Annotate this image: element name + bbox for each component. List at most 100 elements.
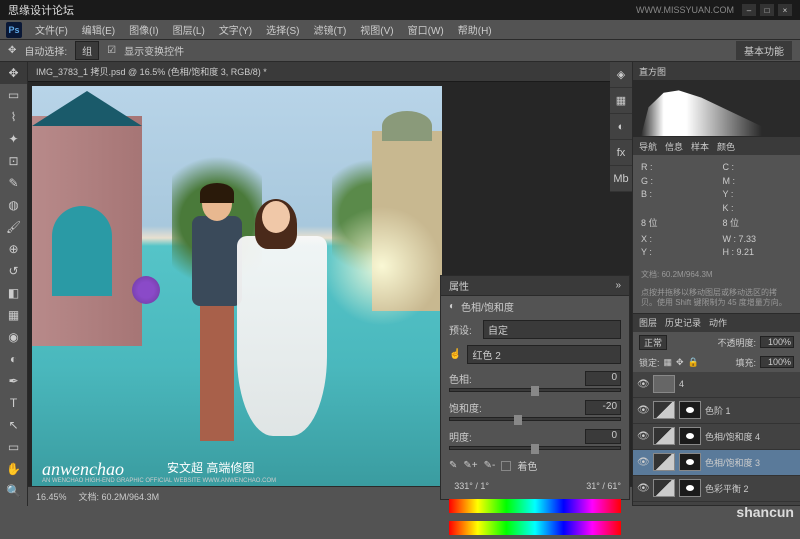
menu-view[interactable]: 视图(V) [355, 20, 398, 39]
move-tool-icon: ✥ [8, 45, 16, 56]
blur-tool[interactable]: ◉ [0, 326, 27, 348]
adjustments-panel-icon[interactable]: ◐ [610, 114, 632, 140]
info-w: W : [723, 234, 737, 244]
show-transform-checkbox[interactable]: ☑ [107, 45, 116, 56]
eraser-tool[interactable]: ◧ [0, 282, 27, 304]
menu-filter[interactable]: 滤镜(T) [309, 20, 352, 39]
properties-tab[interactable]: 属性 [449, 278, 469, 293]
menu-image[interactable]: 图像(I) [124, 20, 163, 39]
pen-tool[interactable]: ✒ [0, 370, 27, 392]
fill-label: 填充: [735, 356, 756, 369]
menu-window[interactable]: 窗口(W) [403, 20, 449, 39]
blend-mode-dropdown[interactable]: 正常 [639, 335, 667, 350]
info-tab[interactable]: 信息 [665, 140, 683, 153]
document-tab[interactable]: IMG_3783_1 拷贝.psd @ 16.5% (色相/饱和度 3, RGB… [28, 62, 632, 82]
hue-label: 色相: [449, 371, 472, 386]
watermark-text: 安文超 高端修图 [167, 459, 254, 476]
menu-file[interactable]: 文件(F) [30, 20, 73, 39]
menu-bar: Ps 文件(F) 编辑(E) 图像(I) 图层(L) 文字(Y) 选择(S) 滤… [0, 20, 800, 40]
close-button[interactable]: × [778, 4, 792, 16]
hue-result-bar [449, 521, 621, 535]
collapse-icon[interactable]: » [615, 280, 621, 291]
navigator-tab[interactable]: 导航 [639, 140, 657, 153]
workspace-selector[interactable]: 基本功能 [736, 41, 792, 60]
dodge-tool[interactable]: ◐ [0, 348, 27, 370]
path-tool[interactable]: ↖ [0, 414, 27, 436]
show-transform-label: 显示变换控件 [124, 43, 184, 58]
wand-tool[interactable]: ✦ [0, 128, 27, 150]
move-tool[interactable]: ✥ [0, 62, 27, 84]
auto-select-dropdown[interactable]: 组 [75, 41, 99, 60]
info-c: C : [723, 162, 735, 172]
watermark-shancun: shancun [736, 504, 794, 520]
lightness-input[interactable]: 0 [585, 429, 621, 444]
layer-row[interactable]: 👁色相/饱和度 4 [633, 424, 800, 450]
hue-input[interactable]: 0 [585, 371, 621, 386]
visibility-icon[interactable]: 👁 [637, 405, 649, 416]
layer-row[interactable]: 👁4 [633, 372, 800, 398]
visibility-icon[interactable]: 👁 [637, 379, 649, 390]
auto-select-label: 自动选择: [24, 43, 67, 58]
photo-content: anwenchao 安文超 高端修图 AN WENCHAO HIGH-END G… [32, 86, 442, 486]
history-tab[interactable]: 历史记录 [665, 316, 701, 329]
histogram-tab[interactable]: 直方图 [639, 65, 666, 78]
type-tool[interactable]: T [0, 392, 27, 414]
lock-position-icon[interactable]: ✥ [676, 357, 684, 368]
color-panel-icon[interactable]: ◈ [610, 62, 632, 88]
lock-all-icon[interactable]: 🔒 [688, 357, 699, 368]
saturation-slider[interactable] [449, 417, 621, 421]
info-y: Y : [723, 189, 734, 199]
opacity-input[interactable]: 100% [760, 336, 794, 348]
menu-edit[interactable]: 编辑(E) [77, 20, 120, 39]
hue-range-bar[interactable] [449, 499, 621, 513]
mask-thumb [679, 427, 701, 445]
hand-tool[interactable]: ✋ [0, 458, 27, 480]
lightness-slider[interactable] [449, 446, 621, 450]
channel-dropdown[interactable]: 红色 2 [467, 345, 621, 364]
eyedropper-add-icon[interactable]: ✎+ [463, 460, 477, 471]
info-y2: Y : [641, 247, 652, 257]
crop-tool[interactable]: ⊡ [0, 150, 27, 172]
eyedropper-normal-icon[interactable]: ✎ [449, 460, 457, 471]
menu-help[interactable]: 帮助(H) [453, 20, 497, 39]
styles-panel-icon[interactable]: fx [610, 140, 632, 166]
shape-tool[interactable]: ▭ [0, 436, 27, 458]
finger-icon[interactable]: ☝ [449, 349, 461, 360]
visibility-icon[interactable]: 👁 [637, 483, 649, 494]
preset-dropdown[interactable]: 自定 [483, 320, 621, 339]
menu-layer[interactable]: 图层(L) [168, 20, 210, 39]
mb-panel-icon[interactable]: Mb [610, 166, 632, 192]
layer-row[interactable]: 👁色相/饱和度 3 [633, 450, 800, 476]
visibility-icon[interactable]: 👁 [637, 457, 649, 468]
actions-tab[interactable]: 动作 [709, 316, 727, 329]
swatches-panel-icon[interactable]: ▦ [610, 88, 632, 114]
layers-tab[interactable]: 图层 [639, 316, 657, 329]
menu-type[interactable]: 文字(Y) [214, 20, 257, 39]
gradient-tool[interactable]: ▦ [0, 304, 27, 326]
lock-pixels-icon[interactable]: ▦ [664, 357, 673, 368]
menu-select[interactable]: 选择(S) [261, 20, 304, 39]
eyedropper-sub-icon[interactable]: ✎- [484, 460, 496, 471]
fill-input[interactable]: 100% [760, 356, 794, 368]
hue-slider[interactable] [449, 388, 621, 392]
sample-tab[interactable]: 样本 [691, 140, 709, 153]
zoom-level[interactable]: 16.45% [36, 492, 67, 502]
minimize-button[interactable]: – [742, 4, 756, 16]
color-tab[interactable]: 颜色 [717, 140, 735, 153]
lasso-tool[interactable]: ⌇ [0, 106, 27, 128]
saturation-input[interactable]: -20 [585, 400, 621, 415]
layer-row[interactable]: 👁色彩平衡 2 [633, 476, 800, 502]
layer-thumb [653, 401, 675, 419]
colorize-checkbox[interactable] [501, 461, 511, 471]
layer-row[interactable]: 👁色阶 1 [633, 398, 800, 424]
marquee-tool[interactable]: ▭ [0, 84, 27, 106]
visibility-icon[interactable]: 👁 [637, 431, 649, 442]
eyedropper-tool[interactable]: ✎ [0, 172, 27, 194]
stamp-tool[interactable]: ⊕ [0, 238, 27, 260]
adjustment-type: 色相/饱和度 [461, 299, 514, 314]
zoom-tool[interactable]: 🔍 [0, 480, 27, 502]
history-brush-tool[interactable]: ↺ [0, 260, 27, 282]
maximize-button[interactable]: □ [760, 4, 774, 16]
brush-tool[interactable]: 🖌 [0, 216, 27, 238]
heal-tool[interactable]: ◍ [0, 194, 27, 216]
